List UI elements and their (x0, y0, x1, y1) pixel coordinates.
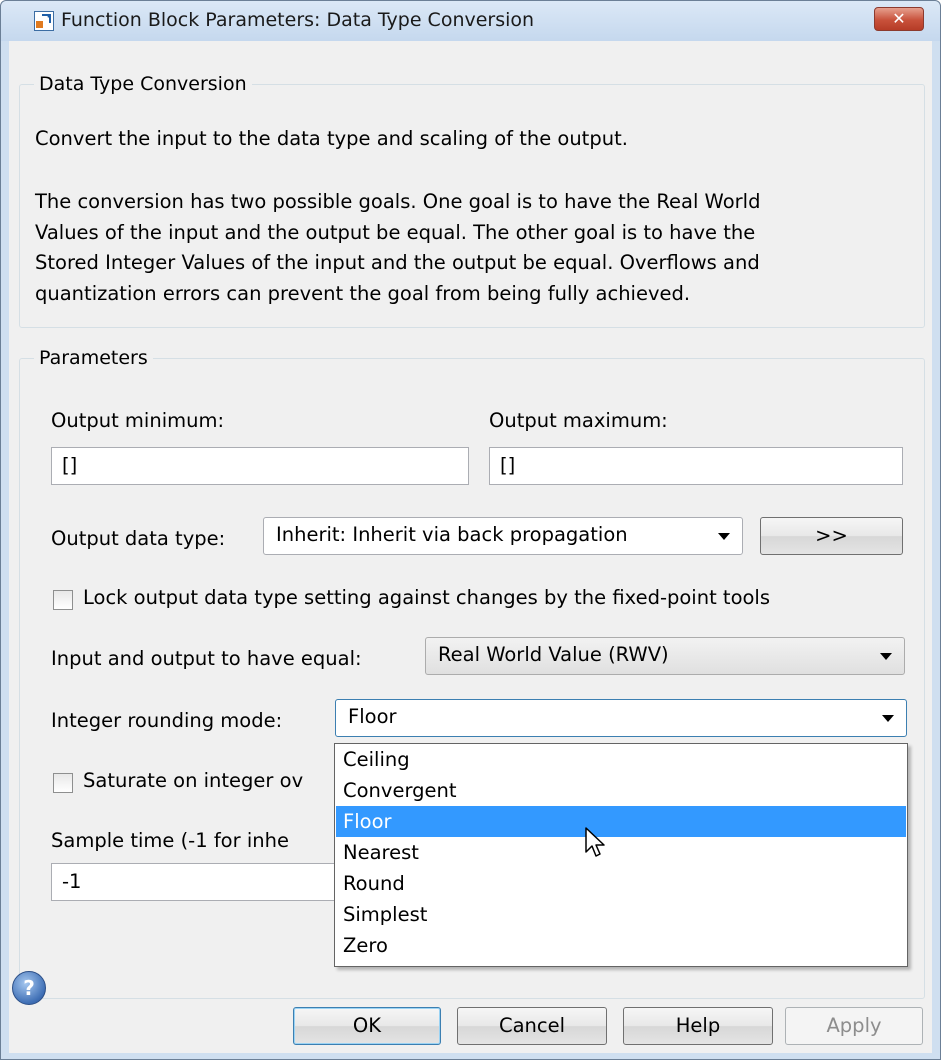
rounding-mode-label: Integer rounding mode: (51, 709, 283, 732)
chevron-down-icon (718, 533, 730, 540)
rounding-option-round[interactable]: Round (336, 868, 906, 899)
help-button[interactable]: Help (623, 1007, 773, 1045)
simulink-block-icon (34, 11, 54, 31)
description-summary: Convert the input to the data type and s… (35, 127, 628, 150)
close-icon: ✕ (892, 9, 906, 28)
lock-output-checkbox[interactable] (53, 590, 73, 610)
saturate-checkbox[interactable] (53, 773, 73, 793)
ok-button[interactable]: OK (293, 1007, 441, 1045)
apply-button: Apply (785, 1007, 923, 1045)
rounding-mode-select[interactable]: Floor (335, 699, 907, 737)
input-output-equal-label: Input and output to have equal: (51, 647, 362, 670)
lock-output-label: Lock output data type setting against ch… (83, 586, 771, 609)
description-line: Values of the input and the output be eq… (35, 220, 756, 244)
description-line: quantization errors can prevent the goal… (35, 281, 691, 305)
cancel-button[interactable]: Cancel (457, 1007, 607, 1045)
rounding-mode-value: Floor (344, 700, 401, 734)
description-line: Stored Integer Values of the input and t… (35, 251, 760, 274)
rounding-option-convergent[interactable]: Convergent (336, 775, 906, 806)
window-title: Function Block Parameters: Data Type Con… (61, 9, 535, 31)
rounding-mode-dropdown-list[interactable]: Ceiling Convergent Floor Nearest Round S… (334, 743, 908, 967)
output-data-type-value: Inherit: Inherit via back propagation (276, 523, 628, 546)
description-paragraph: The conversion has two possible goals. O… (35, 187, 760, 309)
output-data-type-select[interactable]: Inherit: Inherit via back propagation (263, 517, 743, 555)
chevron-down-icon (880, 653, 892, 660)
sample-time-field[interactable]: -1 (51, 863, 351, 901)
sample-time-label: Sample time (-1 for inhe (51, 829, 289, 852)
output-maximum-field[interactable]: [] (489, 447, 903, 485)
output-minimum-label: Output minimum: (51, 409, 225, 432)
input-output-equal-value: Real World Value (RWV) (438, 643, 669, 666)
description-legend: Data Type Conversion (39, 73, 247, 95)
parameters-legend: Parameters (39, 347, 148, 369)
data-type-assistant-button[interactable]: >> (760, 517, 903, 555)
output-maximum-label: Output maximum: (489, 409, 668, 432)
saturate-label: Saturate on integer ov (83, 769, 304, 792)
description-line: The conversion has two possible goals. O… (35, 190, 761, 213)
rounding-option-floor[interactable]: Floor (336, 806, 906, 837)
rounding-option-nearest[interactable]: Nearest (336, 837, 906, 868)
close-button[interactable]: ✕ (874, 7, 924, 31)
mouse-pointer-icon (585, 827, 605, 857)
chevron-down-icon (882, 715, 894, 722)
help-question-icon[interactable]: ? (12, 971, 46, 1005)
input-output-equal-select[interactable]: Real World Value (RWV) (425, 637, 905, 675)
output-minimum-field[interactable]: [] (51, 447, 469, 485)
rounding-option-zero[interactable]: Zero (336, 930, 906, 961)
rounding-option-ceiling[interactable]: Ceiling (336, 744, 906, 775)
output-data-type-label: Output data type: (51, 527, 226, 550)
title-bar[interactable]: Function Block Parameters: Data Type Con… (1, 1, 940, 41)
rounding-option-simplest[interactable]: Simplest (336, 899, 906, 930)
